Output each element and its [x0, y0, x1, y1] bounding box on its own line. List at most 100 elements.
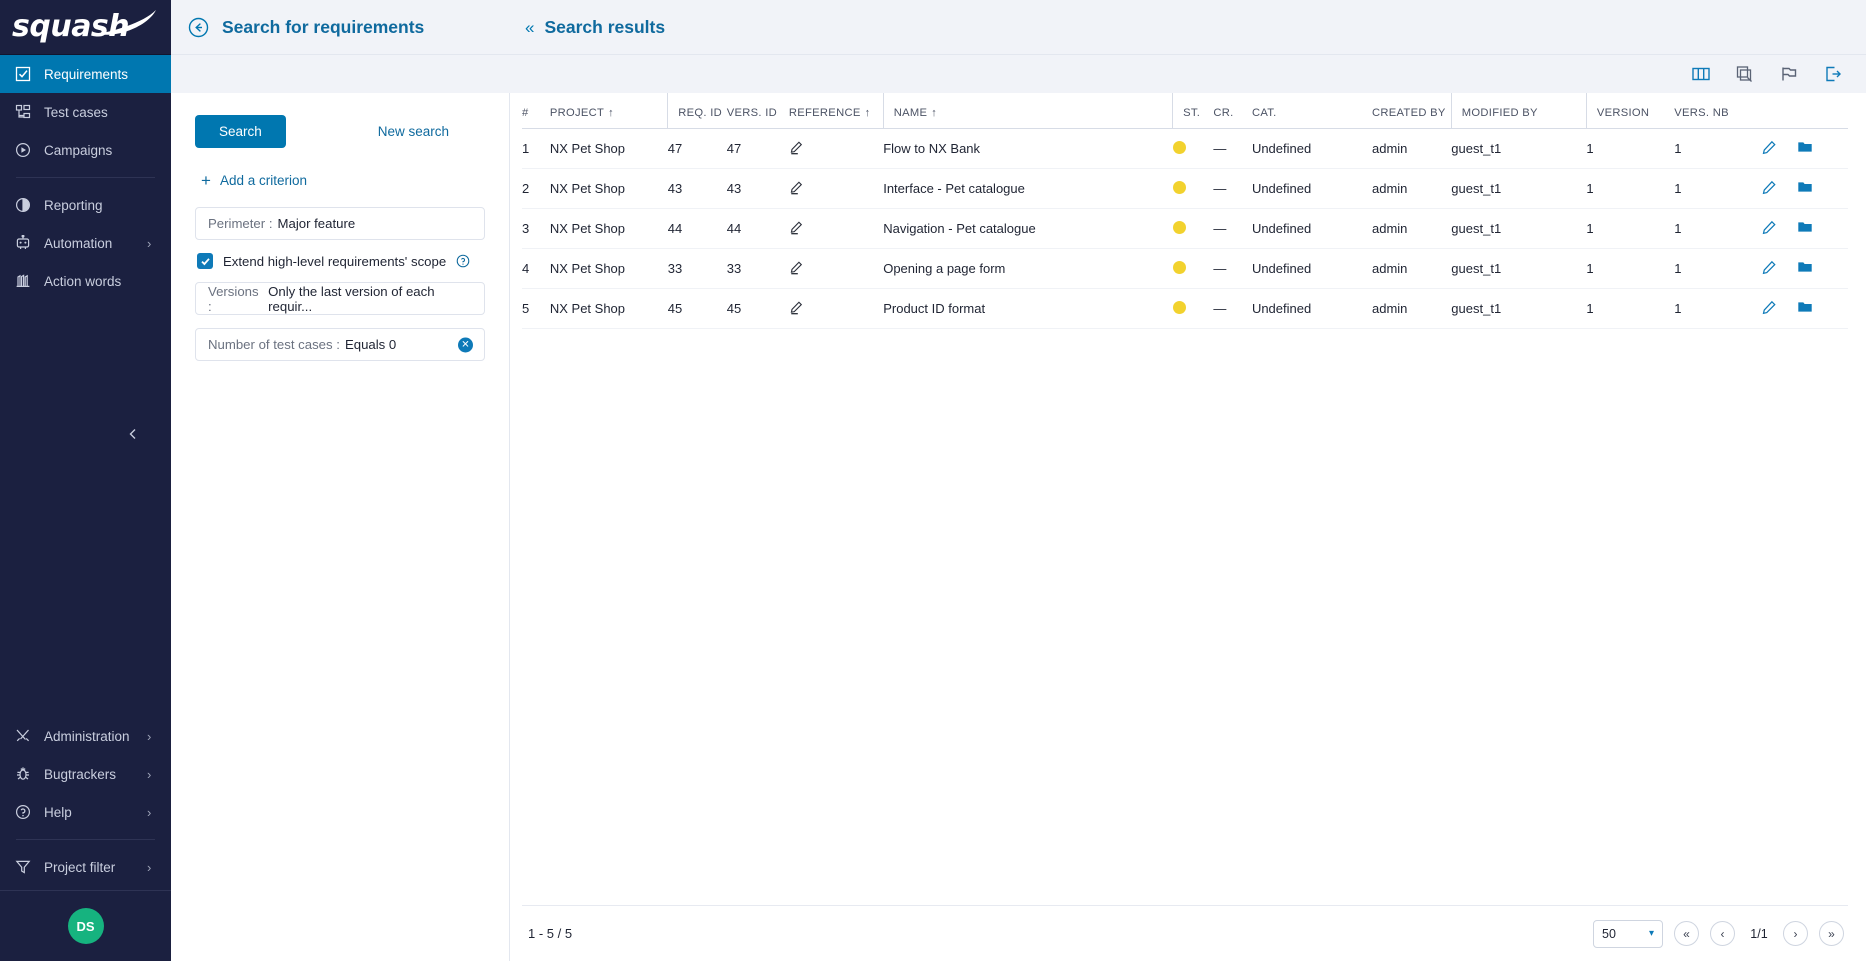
chevron-left-icon [127, 428, 139, 440]
sidebar-item-help[interactable]: Help › [0, 793, 171, 831]
col-label: PROJECT [550, 107, 604, 119]
cell-reference[interactable] [789, 169, 883, 209]
criterion-value: Major feature [278, 216, 356, 231]
col-header-vers-nb[interactable]: VERS. NB [1674, 93, 1762, 129]
col-header-created-by[interactable]: CREATED BY [1372, 93, 1451, 129]
folder-icon[interactable] [1797, 259, 1813, 275]
app-logo[interactable]: squash [0, 0, 171, 55]
cell-reference[interactable] [789, 249, 883, 289]
avatar[interactable]: DS [68, 908, 104, 944]
col-header-vers-id[interactable]: VERS. ID [727, 93, 789, 129]
criterion-versions[interactable]: Versions : Only the last version of each… [195, 282, 485, 315]
criterion-perimeter[interactable]: Perimeter : Major feature [195, 207, 485, 240]
cell-name[interactable]: Interface - Pet catalogue [883, 169, 1172, 209]
edit-pencil-icon[interactable] [789, 180, 804, 195]
cell-project: NX Pet Shop [550, 289, 668, 329]
cell-num: 1 [522, 129, 550, 169]
cell-name[interactable]: Product ID format [883, 289, 1172, 329]
next-page-button[interactable]: › [1783, 921, 1808, 946]
sidebar-item-campaigns[interactable]: Campaigns [0, 131, 171, 169]
header-right: « Search results [510, 17, 1866, 38]
col-header-num[interactable]: # [522, 93, 550, 129]
cell-reference[interactable] [789, 209, 883, 249]
col-header-modified-by[interactable]: MODIFIED BY [1451, 93, 1586, 129]
cell-reference[interactable] [789, 129, 883, 169]
col-header-reference[interactable]: REFERENCE↑ [789, 93, 883, 129]
results-table-body: 1NX Pet Shop4747Flow to NX Bank—Undefine… [522, 129, 1848, 329]
folder-icon[interactable] [1797, 219, 1813, 235]
cell-actions [1762, 209, 1848, 249]
sidebar-item-reporting[interactable]: Reporting [0, 186, 171, 224]
edit-pencil-icon[interactable] [789, 140, 804, 155]
arrow-left-circle-icon[interactable] [188, 16, 210, 38]
tools-icon [14, 728, 31, 745]
pencil-icon[interactable] [1762, 220, 1777, 235]
help-circle-icon[interactable] [456, 254, 470, 268]
pencil-icon[interactable] [1762, 180, 1777, 195]
copy-stack-icon[interactable] [1734, 63, 1756, 85]
columns-icon [14, 273, 31, 290]
table-row[interactable]: 5NX Pet Shop4545Product ID format—Undefi… [522, 289, 1848, 329]
pencil-icon[interactable] [1762, 300, 1777, 315]
cell-name[interactable]: Flow to NX Bank [883, 129, 1172, 169]
last-page-button[interactable]: » [1819, 921, 1844, 946]
cell-version: 1 [1586, 289, 1674, 329]
col-header-project[interactable]: PROJECT↑ [550, 93, 668, 129]
sidebar-item-bugtrackers[interactable]: Bugtrackers › [0, 755, 171, 793]
col-header-req-id[interactable]: REQ. ID [668, 93, 727, 129]
prev-page-button[interactable]: ‹ [1710, 921, 1735, 946]
sidebar-item-action-words[interactable]: Action words [0, 262, 171, 300]
cell-reference[interactable] [789, 289, 883, 329]
double-chevron-left-icon[interactable]: « [525, 19, 534, 36]
col-header-criticality[interactable]: CR. [1213, 93, 1252, 129]
criterion-number-of-test-cases[interactable]: Number of test cases : Equals 0 ✕ [195, 328, 485, 361]
table-row[interactable]: 1NX Pet Shop4747Flow to NX Bank—Undefine… [522, 129, 1848, 169]
export-icon[interactable] [1822, 63, 1844, 85]
col-header-status[interactable]: ST. [1173, 93, 1214, 129]
columns-view-icon[interactable] [1690, 63, 1712, 85]
sidebar-item-project-filter[interactable]: Project filter › [0, 848, 171, 886]
folder-icon[interactable] [1797, 179, 1813, 195]
sidebar-item-requirements[interactable]: Requirements [0, 55, 171, 93]
flag-icon[interactable] [1778, 63, 1800, 85]
sidebar-collapse-button[interactable] [122, 423, 144, 445]
search-button[interactable]: Search [195, 115, 286, 148]
edit-pencil-icon[interactable] [789, 220, 804, 235]
folder-icon[interactable] [1797, 299, 1813, 315]
col-header-version[interactable]: VERSION [1586, 93, 1674, 129]
sidebar-item-label: Automation [44, 236, 134, 251]
primary-nav: Requirements Test cases Campaigns [0, 55, 171, 300]
cell-version: 1 [1586, 169, 1674, 209]
cell-name[interactable]: Navigation - Pet catalogue [883, 209, 1172, 249]
pencil-icon[interactable] [1762, 140, 1777, 155]
bug-icon [14, 766, 31, 783]
table-row[interactable]: 4NX Pet Shop3333Opening a page form—Unde… [522, 249, 1848, 289]
results-footer: 1 - 5 / 5 50 ▾ « ‹ 1/1 › » [522, 905, 1848, 961]
new-search-link[interactable]: New search [378, 124, 449, 139]
sidebar-item-test-cases[interactable]: Test cases [0, 93, 171, 131]
cell-req-id: 47 [668, 129, 727, 169]
table-row[interactable]: 2NX Pet Shop4343Interface - Pet catalogu… [522, 169, 1848, 209]
table-row[interactable]: 3NX Pet Shop4444Navigation - Pet catalog… [522, 209, 1848, 249]
sidebar-item-administration[interactable]: Administration › [0, 717, 171, 755]
first-page-button[interactable]: « [1674, 921, 1699, 946]
cell-project: NX Pet Shop [550, 209, 668, 249]
page-size-select[interactable]: 50 ▾ [1593, 920, 1663, 948]
status-badge [1173, 141, 1186, 154]
cell-modified-by: guest_t1 [1451, 129, 1586, 169]
cell-status [1173, 169, 1214, 209]
edit-pencil-icon[interactable] [789, 260, 804, 275]
cell-category: Undefined [1252, 129, 1372, 169]
col-header-category[interactable]: CAT. [1252, 93, 1372, 129]
cell-name[interactable]: Opening a page form [883, 249, 1172, 289]
folder-icon[interactable] [1797, 139, 1813, 155]
add-criterion-button[interactable]: + Add a criterion [195, 172, 485, 189]
sidebar-item-automation[interactable]: Automation › [0, 224, 171, 262]
edit-pencil-icon[interactable] [789, 300, 804, 315]
pencil-icon[interactable] [1762, 260, 1777, 275]
cell-req-id: 43 [668, 169, 727, 209]
col-header-name[interactable]: NAME↑ [883, 93, 1172, 129]
extend-scope-checkbox[interactable] [197, 253, 213, 269]
cell-vers-id: 45 [727, 289, 789, 329]
clear-circle-icon[interactable]: ✕ [458, 337, 473, 352]
